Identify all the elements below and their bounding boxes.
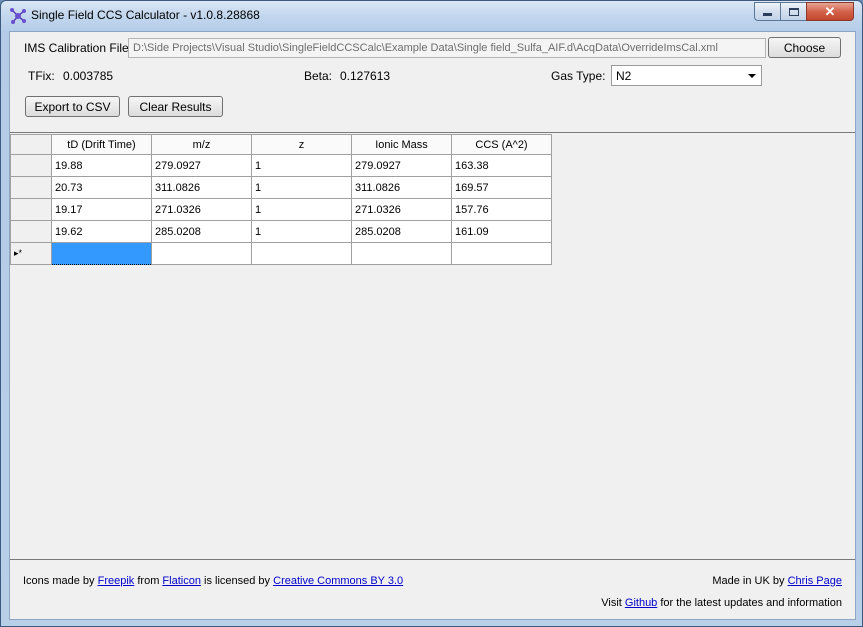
cell-ionic-mass[interactable]: 285.0208	[351, 220, 452, 243]
github-link[interactable]: Github	[625, 597, 657, 609]
row-header[interactable]	[10, 154, 52, 177]
minimize-button[interactable]	[754, 2, 781, 21]
beta-value: 0.127613	[340, 69, 391, 83]
column-header-ccs[interactable]: CCS (A^2)	[451, 134, 552, 155]
close-icon: ✕	[824, 3, 836, 19]
gas-type-value: N2	[616, 69, 632, 83]
table-row[interactable]: 19.62 285.0208 1 285.0208 161.09	[10, 220, 552, 243]
calibration-file-label: IMS Calibration File:	[24, 41, 133, 55]
row-header-corner	[10, 134, 52, 155]
cell-mz[interactable]: 279.0927	[151, 154, 252, 177]
cell-z[interactable]: 1	[251, 176, 352, 199]
cell-ionic-mass[interactable]: 311.0826	[351, 176, 452, 199]
new-cell-ionic-mass[interactable]	[351, 242, 452, 265]
new-row[interactable]: ▸*	[10, 242, 552, 265]
row-header[interactable]	[10, 198, 52, 221]
cell-z[interactable]: 1	[251, 154, 352, 177]
row-header[interactable]	[10, 176, 52, 199]
cell-ionic-mass[interactable]: 279.0927	[351, 154, 452, 177]
cell-drift-time[interactable]: 20.73	[51, 176, 152, 199]
cell-ccs[interactable]: 157.76	[451, 198, 552, 221]
github-line: Visit Github for the latest updates and …	[601, 597, 842, 609]
window-title: Single Field CCS Calculator - v1.0.8.288…	[31, 8, 260, 22]
column-header-drift-time[interactable]: tD (Drift Time)	[51, 134, 152, 155]
calibration-path-field[interactable]: D:\Side Projects\Visual Studio\SingleFie…	[128, 38, 766, 58]
attribution-line: Icons made by Freepik from Flaticon is l…	[23, 575, 403, 587]
cell-ccs[interactable]: 169.57	[451, 176, 552, 199]
new-cell-z[interactable]	[251, 242, 352, 265]
flaticon-link[interactable]: Flaticon	[162, 575, 201, 587]
tfix-value: 0.003785	[63, 69, 114, 83]
export-csv-button[interactable]: Export to CSV	[25, 96, 120, 117]
creative-commons-link[interactable]: Creative Commons BY 3.0	[273, 575, 403, 587]
maximize-icon	[788, 7, 799, 16]
table-row[interactable]: 19.88 279.0927 1 279.0927 163.38	[10, 154, 552, 177]
cell-mz[interactable]: 271.0326	[151, 198, 252, 221]
column-header-mz[interactable]: m/z	[151, 134, 252, 155]
column-header-z[interactable]: z	[251, 134, 352, 155]
chevron-down-icon	[748, 74, 756, 78]
title-bar[interactable]: Single Field CCS Calculator - v1.0.8.288…	[1, 1, 862, 31]
attribution-prefix: Icons made by	[23, 575, 95, 587]
cell-drift-time[interactable]: 19.62	[51, 220, 152, 243]
app-molecule-icon	[9, 7, 27, 25]
gas-type-select[interactable]: N2	[611, 65, 762, 86]
freepik-link[interactable]: Freepik	[98, 575, 135, 587]
cell-z[interactable]: 1	[251, 198, 352, 221]
maximize-button[interactable]	[780, 2, 807, 21]
visit-text: Visit	[601, 597, 622, 609]
choose-button[interactable]: Choose	[768, 37, 841, 58]
attribution-from: from	[137, 575, 160, 587]
cell-ccs[interactable]: 161.09	[451, 220, 552, 243]
beta-label: Beta:	[304, 69, 333, 83]
table-row[interactable]: 19.17 271.0326 1 271.0326 157.76	[10, 198, 552, 221]
minimize-icon	[763, 13, 772, 16]
author-link[interactable]: Chris Page	[788, 575, 842, 587]
cell-mz[interactable]: 285.0208	[151, 220, 252, 243]
column-header-ionic-mass[interactable]: Ionic Mass	[351, 134, 452, 155]
close-button[interactable]: ✕	[806, 2, 854, 21]
attribution-licensed: is licensed by	[204, 575, 271, 587]
clear-results-button[interactable]: Clear Results	[128, 96, 223, 117]
tfix-label: TFix:	[28, 69, 55, 83]
updates-text: for the latest updates and information	[660, 597, 842, 609]
new-cell-ccs[interactable]	[451, 242, 552, 265]
header-row: tD (Drift Time) m/z z Ionic Mass CCS (A^…	[10, 134, 552, 155]
main-panel: IMS Calibration File: D:\Side Projects\V…	[9, 31, 856, 620]
new-cell-mz[interactable]	[151, 242, 252, 265]
results-grid[interactable]: tD (Drift Time) m/z z Ionic Mass CCS (A^…	[10, 132, 855, 560]
cell-ccs[interactable]: 163.38	[451, 154, 552, 177]
made-in-text: Made in UK by	[712, 575, 785, 587]
cell-mz[interactable]: 311.0826	[151, 176, 252, 199]
cell-ionic-mass[interactable]: 271.0326	[351, 198, 452, 221]
app-window: Single Field CCS Calculator - v1.0.8.288…	[0, 0, 863, 627]
cell-drift-time[interactable]: 19.17	[51, 198, 152, 221]
results-table: tD (Drift Time) m/z z Ionic Mass CCS (A^…	[10, 134, 552, 265]
made-in-line: Made in UK by Chris Page	[712, 575, 842, 587]
table-row[interactable]: 20.73 311.0826 1 311.0826 169.57	[10, 176, 552, 199]
new-cell-drift-time[interactable]	[51, 242, 152, 265]
row-header[interactable]	[10, 220, 52, 243]
new-row-marker[interactable]: ▸*	[10, 242, 52, 265]
cell-drift-time[interactable]: 19.88	[51, 154, 152, 177]
gas-type-label: Gas Type:	[551, 69, 606, 83]
cell-z[interactable]: 1	[251, 220, 352, 243]
